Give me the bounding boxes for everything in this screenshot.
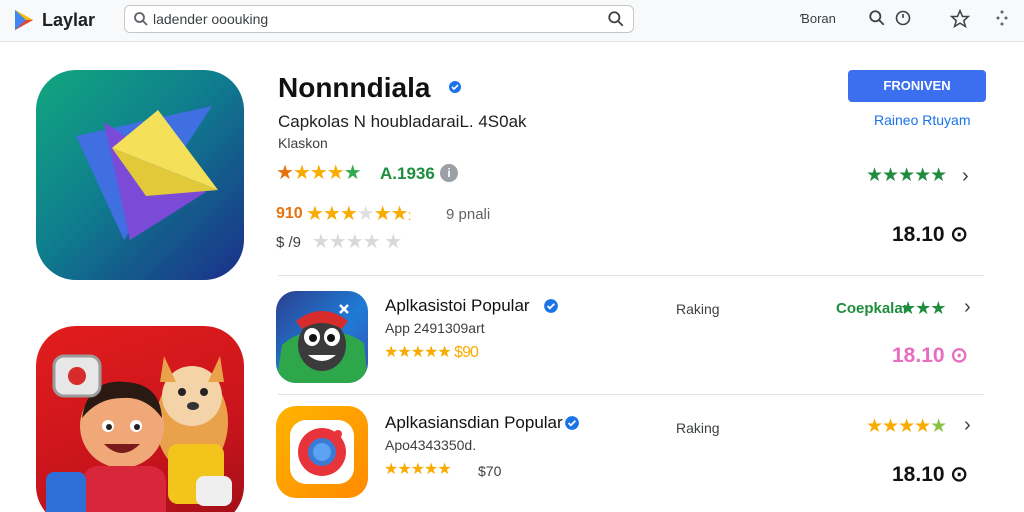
verified-badge-icon [565, 416, 579, 430]
app-name[interactable]: Aplkasistoi Popular [385, 296, 530, 316]
sparkle-icon[interactable] [994, 9, 1010, 27]
developer-link[interactable]: Raineo Rtuyam [874, 112, 971, 128]
search-icon [134, 12, 148, 26]
divider [278, 394, 984, 395]
account-circle-icon[interactable] [894, 9, 912, 27]
app-rating: ★★★★★ $90 [384, 344, 479, 361]
play-logo-icon[interactable] [12, 8, 36, 32]
rating-stars: ★★★★★ [276, 162, 362, 184]
app-title: Nonnndiala [278, 72, 431, 103]
app-price: 18.10 ⊙ [892, 344, 968, 367]
app-category: Klaskon [278, 135, 328, 151]
topbar-menu-text[interactable]: Ɓoran [800, 11, 836, 26]
featured-app-icon[interactable] [36, 70, 244, 280]
review-label: 9 pnali [446, 206, 491, 223]
search-box[interactable] [124, 5, 634, 33]
review-count: 910 [276, 205, 303, 222]
verified-badge-icon [544, 299, 558, 313]
app-developer: Capkolas N houbladaraiL. 4S0ak [278, 112, 527, 131]
install-button[interactable]: FRONIVEN [848, 70, 986, 102]
verified-badge-icon [449, 81, 461, 93]
rating-stars-right: ★★★★★ [866, 416, 947, 437]
app-id: Apo4343350d. [385, 437, 477, 453]
app-icon[interactable] [276, 291, 368, 383]
app-id: App 2491309art [385, 320, 485, 336]
brand-name[interactable]: Laylar [42, 10, 95, 31]
app-icon[interactable] [276, 406, 368, 498]
app-name[interactable]: Aplkasiansdian Popular [385, 413, 563, 433]
search-submit-icon[interactable] [607, 10, 625, 28]
info-icon[interactable]: i [440, 164, 458, 182]
price-tier: $ /9 [276, 234, 302, 251]
app-price: 18.10 ⊙ [892, 463, 968, 486]
ranking-label: Raking [676, 420, 720, 436]
search-icon[interactable] [868, 9, 886, 27]
rating-stars-right: ★★★★★ [866, 165, 947, 186]
triangle-logo-icon [76, 106, 218, 240]
game-app-icon[interactable] [36, 326, 244, 512]
rating-stars-right: ★★★ [900, 298, 946, 318]
star-outline-icon[interactable] [950, 9, 970, 29]
search-input[interactable] [153, 10, 593, 28]
rating-stars-secondary: ★★★★★★: [306, 203, 411, 225]
chevron-right-icon[interactable]: › [962, 165, 969, 188]
divider [278, 275, 984, 276]
cartoon-characters-icon [46, 354, 232, 512]
camera-lens-icon [290, 420, 354, 484]
rating-value: A.1936 [380, 164, 435, 183]
app-rating-stars: ★★★★★ [384, 461, 452, 478]
chevron-right-icon[interactable]: › [964, 296, 971, 319]
top-bar: Laylar Ɓoran [0, 0, 1024, 42]
ranking-label: Raking [676, 301, 720, 317]
app-rating-price: $70 [478, 463, 502, 479]
chevron-right-icon[interactable]: › [964, 414, 971, 437]
category-label[interactable]: Coepkalar [836, 300, 909, 317]
rating-stars-empty: ★★★★ ★ [312, 231, 402, 253]
monster-icon [276, 304, 368, 383]
featured-price: 18.10 ⊙ [892, 223, 968, 246]
